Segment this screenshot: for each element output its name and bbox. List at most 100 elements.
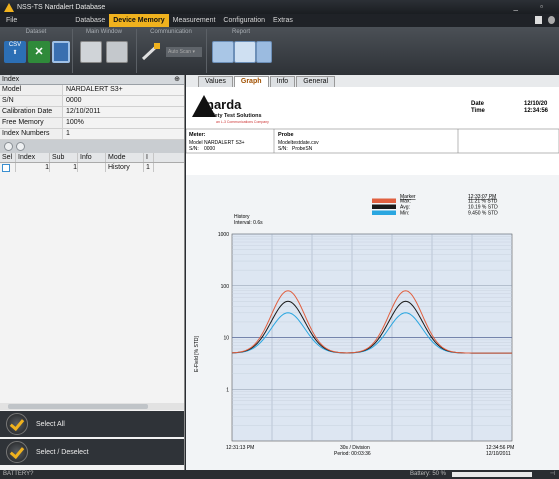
tab-general[interactable]: General [296,76,336,87]
report-pages-button[interactable] [256,41,272,63]
report-panel: Values Graph Info General narda Safety Test… [185,75,559,470]
brand-tagline: an L-3 Communications Company [216,120,269,124]
window-controls[interactable]: _ ▫ [513,2,553,11]
column-header[interactable]: Sub [50,153,78,162]
y-tick-label: 1000 [218,232,229,238]
horizontal-scrollbar[interactable] [0,403,184,410]
menu-item-measurement[interactable]: Measurement [169,14,220,27]
ribbon-group-dataset: Dataset CSV ⬆ ✕ [0,29,73,73]
legend-value-min: 9.450 % STD [468,211,498,217]
column-header[interactable]: Mode [106,153,144,162]
property-value: 1 [66,130,70,137]
ribbon-group-report: Report [206,29,276,73]
index-toolstrip [0,140,184,153]
column-header[interactable]: Index [16,153,50,162]
probe-sn-value: ProbeSN [292,146,313,152]
scrollbar-thumb[interactable] [8,404,148,409]
meter-label: Meter: [189,132,206,138]
y-tick-label: 1 [226,387,229,393]
property-key: Calibration Date [0,107,63,117]
menu-item-extras[interactable]: Extras [269,14,297,27]
table-cell: 1 [50,163,78,172]
index-grid-header: Sel Index Sub Info Mode I [0,153,184,163]
probe-sn-key: S/N: [278,146,288,152]
minimize-ribbon-icon[interactable] [535,16,542,24]
checkmark-icon [6,413,28,435]
probe-label: Probe [278,132,294,138]
property-value: NARDALERT S3+ [66,86,123,93]
time-value: 12:34:56 [524,108,549,114]
battery-bar [452,472,532,477]
menu-item-database[interactable]: Database [71,14,109,27]
report-page: narda Safety Test Solutions an L-3 Commu… [185,87,559,470]
interval-label: Interval: 0.6s [234,220,263,226]
report-zoom-button[interactable] [234,41,256,63]
connect-icon[interactable] [140,41,162,63]
table-row[interactable]: 1 1 History 1 [0,163,184,172]
meter-sn-key: S/N: [189,146,199,152]
property-row: Model NARDALERT S3+ [0,85,184,96]
index-panel-title: Index ⊕ [0,75,184,85]
resize-grip-icon[interactable]: ⊣ [550,470,555,479]
property-value: 0000 [66,97,82,104]
expand-button[interactable] [4,142,13,151]
battery-status-right: Battery: 50 % [410,471,447,477]
window-title: NSS-TS Nardalert Database [17,3,106,11]
time-label: Time [471,108,486,114]
menu-item-file[interactable]: File [2,14,21,27]
x-period-label: Period: 00:03:36 [334,451,371,457]
property-row: Free Memory 100% [0,118,184,129]
menu-item-device-memory[interactable]: Device Memory [109,14,169,27]
checkbox-icon[interactable] [2,164,10,172]
select-all-button[interactable]: Select All [0,411,184,437]
checkmark-icon [6,441,28,463]
ribbon-toolbar: Dataset CSV ⬆ ✕ Main Window Communication… [0,27,559,75]
select-deselect-button[interactable]: Select / Deselect [0,439,184,465]
table-cell: 1 [144,163,154,172]
property-value: 12/10/2011 [66,108,101,115]
save-button[interactable] [52,41,70,63]
date-label: Date [471,101,485,107]
tab-graph[interactable]: Graph [233,76,269,87]
column-header[interactable]: Info [78,153,106,162]
brand-subtitle: Safety Test Solutions [206,113,262,119]
legend-swatch-avg [372,204,396,209]
ribbon-group-main-window: Main Window [72,29,137,73]
legend-swatch-max [372,198,396,203]
ribbon-group-communication: Communication Auto Scan ▾ [136,29,207,73]
brand-name: narda [206,97,242,112]
auto-scan-dropdown[interactable]: Auto Scan ▾ [166,47,202,57]
tab-info[interactable]: Info [269,76,296,87]
menu-bar: File Database Device Memory Measurement Conf… [0,14,559,27]
battery-status-left: BATTERY? [3,471,34,477]
report-svg: narda Safety Test Solutions an L-3 Commu… [185,95,559,470]
collapse-button[interactable] [16,142,25,151]
y-tick-label: 10 [223,336,229,342]
table-cell: 1 [16,163,50,172]
report-tabs: Values Graph Info General [186,75,559,87]
meter-sn-value: 0000 [204,146,215,152]
table-cell: History [106,163,144,172]
menu-item-configuration[interactable]: Configuration [219,14,269,27]
property-row: S/N 0000 [0,96,184,107]
property-key: Index Numbers [0,129,63,139]
device-window-button[interactable] [80,41,102,63]
device-settings-button[interactable] [106,41,128,63]
tab-values[interactable]: Values [198,76,233,87]
index-panel: Index ⊕ Model NARDALERT S3+ S/N 0000 Calibrat… [0,75,185,470]
excel-button[interactable]: ✕ [28,41,50,63]
index-properties: Model NARDALERT S3+ S/N 0000 Calibration Dat… [0,85,184,140]
column-header[interactable]: I [144,153,154,162]
property-key: S/N [0,96,63,106]
help-icon[interactable] [548,16,555,24]
row-checkbox[interactable] [0,163,16,172]
x-start-label: 12:31:13 PM [226,445,254,451]
legend-name-min: Min: [400,211,409,217]
legend-swatch-min [372,210,396,215]
csv-export-button[interactable]: CSV ⬆ [4,41,26,63]
property-row: Calibration Date 12/10/2011 [0,107,184,118]
column-header[interactable]: Sel [0,153,16,162]
property-key: Free Memory [0,118,63,128]
pin-icon[interactable]: ⊕ [174,75,180,84]
report-print-button[interactable] [212,41,234,63]
